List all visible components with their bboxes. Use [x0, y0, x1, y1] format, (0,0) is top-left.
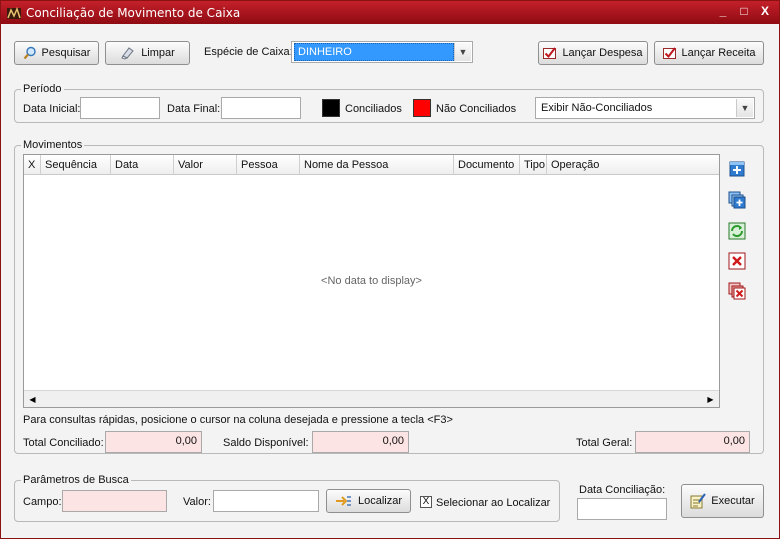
- quick-search-hint: Para consultas rápidas, posicione o curs…: [23, 414, 453, 426]
- executar-label: Executar: [711, 495, 755, 507]
- filtro-conciliacao-value: Exibir Não-Conciliados: [541, 102, 653, 114]
- localizar-label: Localizar: [357, 495, 403, 507]
- total-conciliado-label: Total Conciliado:: [23, 437, 104, 449]
- lancar-despesa-label: Lançar Despesa: [562, 47, 643, 59]
- executar-button[interactable]: Executar: [681, 484, 764, 518]
- refresh-icon[interactable]: [728, 222, 746, 240]
- localizar-button[interactable]: Localizar: [326, 489, 411, 513]
- limpar-button[interactable]: Limpar: [105, 41, 190, 65]
- search-icon: [23, 46, 36, 60]
- column-header-data[interactable]: Data: [111, 155, 174, 175]
- title-bar[interactable]: Conciliação de Movimento de Caixa _ □ X: [1, 1, 779, 24]
- scroll-left-icon[interactable]: ◀: [24, 391, 41, 407]
- data-inicial-label: Data Inicial:: [23, 103, 81, 115]
- data-inicial-field[interactable]: [80, 97, 160, 119]
- selecionar-ao-localizar-checkbox[interactable]: X: [420, 496, 432, 508]
- checkbox-check-icon: [543, 46, 557, 59]
- campo-field[interactable]: [62, 490, 167, 512]
- close-button[interactable]: X: [759, 4, 771, 18]
- total-geral-label: Total Geral:: [576, 437, 633, 449]
- valor-field[interactable]: [213, 490, 319, 512]
- especie-caixa-value: DINHEIRO: [294, 43, 454, 61]
- column-header-pessoa[interactable]: Pessoa: [237, 155, 300, 175]
- pesquisar-label: Pesquisar: [41, 47, 91, 59]
- movimentos-legend: Movimentos: [21, 139, 85, 151]
- column-header-tipo[interactable]: Tipo: [520, 155, 547, 175]
- column-header-sequencia[interactable]: Sequência: [41, 155, 111, 175]
- add-record-icon[interactable]: [728, 160, 746, 178]
- scroll-right-icon[interactable]: ▶: [702, 391, 719, 407]
- app-logo-icon: [7, 6, 21, 19]
- data-conciliacao-label: Data Conciliação:: [579, 484, 666, 496]
- checkbox-check-icon: [662, 46, 676, 59]
- saldo-disponivel-field[interactable]: 0,00: [312, 431, 409, 453]
- column-header-nome-pessoa[interactable]: Nome da Pessoa: [300, 155, 454, 175]
- data-final-field[interactable]: [221, 97, 301, 119]
- delete-record-icon[interactable]: [728, 252, 746, 270]
- lancar-receita-label: Lançar Receita: [681, 47, 756, 59]
- filtro-conciliacao-select[interactable]: Exibir Não-Conciliados ▼: [535, 97, 755, 119]
- eraser-icon: [121, 47, 134, 60]
- busca-legend: Parâmetros de Busca: [21, 474, 131, 486]
- lancar-receita-button[interactable]: Lançar Receita: [654, 41, 764, 65]
- column-header-valor[interactable]: Valor: [174, 155, 237, 175]
- chevron-down-icon[interactable]: ▼: [736, 99, 753, 117]
- restore-button[interactable]: □: [738, 4, 750, 18]
- especie-caixa-label: Espécie de Caixa:: [204, 46, 293, 58]
- column-header-x[interactable]: X: [24, 155, 41, 175]
- column-header-documento[interactable]: Documento: [454, 155, 520, 175]
- lancar-despesa-button[interactable]: Lançar Despesa: [538, 41, 648, 65]
- no-data-message: <No data to display>: [321, 275, 422, 287]
- conciliados-label: Conciliados: [345, 103, 402, 115]
- chevron-down-icon[interactable]: ▼: [454, 43, 471, 61]
- total-geral-field[interactable]: 0,00: [635, 431, 750, 453]
- main-window: Conciliação de Movimento de Caixa _ □ X …: [0, 0, 780, 539]
- conciliados-color-swatch: [322, 99, 340, 117]
- horizontal-scrollbar[interactable]: ◀ ▶: [24, 390, 719, 407]
- total-conciliado-field[interactable]: 0,00: [105, 431, 202, 453]
- valor-label: Valor:: [183, 496, 211, 508]
- selecionar-ao-localizar-label: Selecionar ao Localizar: [436, 497, 551, 509]
- grid-header: X Sequência Data Valor Pessoa Nome da Pe…: [24, 155, 719, 175]
- data-final-label: Data Final:: [167, 103, 221, 115]
- window-title: Conciliação de Movimento de Caixa: [26, 5, 241, 20]
- delete-multiple-icon[interactable]: [728, 282, 746, 300]
- limpar-label: Limpar: [141, 47, 175, 59]
- minimize-button[interactable]: _: [717, 4, 729, 18]
- saldo-disponivel-label: Saldo Disponível:: [223, 437, 309, 449]
- column-header-operacao[interactable]: Operação: [547, 155, 719, 175]
- window-controls: _ □ X: [717, 4, 771, 18]
- especie-caixa-select[interactable]: DINHEIRO ▼: [291, 41, 473, 63]
- add-multiple-icon[interactable]: [728, 191, 746, 209]
- nao-conciliados-label: Não Conciliados: [436, 103, 517, 115]
- periodo-legend: Período: [21, 83, 64, 95]
- pesquisar-button[interactable]: Pesquisar: [14, 41, 99, 65]
- campo-label: Campo:: [23, 496, 62, 508]
- nao-conciliados-color-swatch: [413, 99, 431, 117]
- data-conciliacao-field[interactable]: [577, 498, 667, 520]
- movimentos-grid[interactable]: X Sequência Data Valor Pessoa Nome da Pe…: [23, 154, 720, 408]
- find-arrow-icon: [335, 496, 351, 506]
- execute-icon: [690, 493, 707, 509]
